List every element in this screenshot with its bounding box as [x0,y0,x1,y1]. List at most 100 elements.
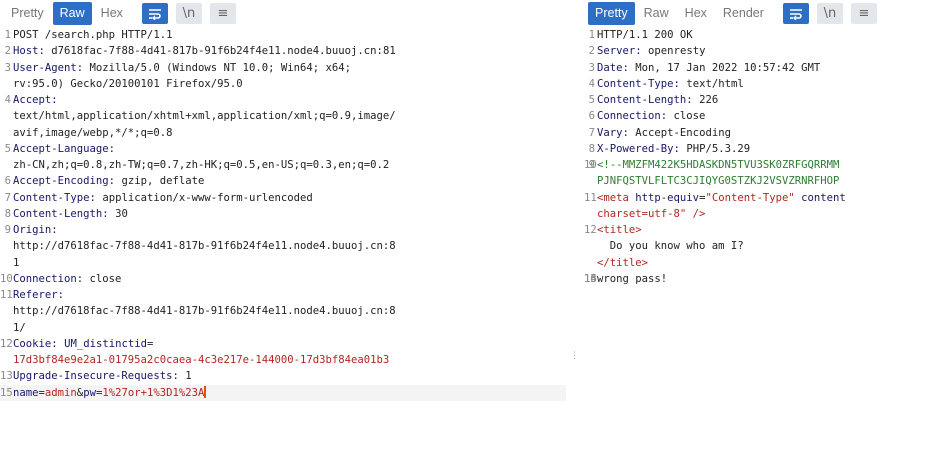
header-value: close [83,272,122,285]
code-line: 4 Content-Type: text/html [584,76,937,92]
response-editor[interactable]: 1 HTTP/1.1 200 OK 2 Server: openresty 3 Date:… [584,27,937,451]
header-value: Mozilla/5.0 (Windows NT 10.0; Win64; x64… [83,61,352,74]
code-line: 6 Accept-Encoding: gzip, deflate [0,173,566,189]
header-colon: : [108,142,116,155]
code-line: 7 Content-Type: application/x-www-form-ur… [0,190,566,206]
menu-icon[interactable]: ≡ [850,3,877,24]
line-number: 1 [4,29,11,41]
drag-handle-icon[interactable]: ⋮ [570,351,579,372]
line-text: http://d7618fac-7f88-4d41-817b-91f6b24f4… [13,240,396,253]
header-value: PHP/5.3.29 [679,142,751,155]
header-name: X-Powered-By [597,142,674,155]
code-line: 3 Date: Mon, 17 Jan 2022 10:57:42 GMT [584,60,937,76]
code-line: 9 Origin: [0,222,566,238]
html-token: </title> [597,256,649,269]
tab-render[interactable]: Render [716,2,771,25]
code-line: http://d7618fac-7f88-4d41-817b-91f6b24f4… [0,303,566,319]
header-colon: : [51,224,58,236]
line-number: 4 [588,77,595,90]
line-number: 12 [584,224,597,236]
tab-pretty[interactable]: Pretty [588,2,635,25]
line-text: avif,image/webp,*/*;q=0.8 [13,126,173,139]
line-number: 10 [584,159,597,171]
line-number: 16 [584,272,597,285]
line-text: wrong pass! [597,272,668,285]
code-line: 11 Referer: [0,287,566,303]
line-text: 1 [13,256,20,269]
request-editor[interactable]: 1 POST /search.php HTTP/1.1 2 Host: d7618fa… [0,27,566,451]
code-line: 5 Accept-Language: [0,141,566,157]
header-value: d7618fac-7f88-4d41-817b-91f6b24f4e11.nod… [44,45,396,58]
tab-hex[interactable]: Hex [94,2,130,25]
line-number: 7 [588,126,595,139]
tab-raw[interactable]: Raw [52,2,92,25]
code-line: 12 Cookie: UM_distinctid= [0,336,566,352]
line-number: 15 [0,386,13,399]
line-number: 11 [584,191,597,204]
body-token: pw [83,386,96,399]
header-value: Accept-Encoding [628,126,731,139]
line-number: 8 [4,207,11,220]
code-line: 1/ [0,320,566,336]
code-line: zh-CN,zh;q=0.8,zh-TW;q=0.7,zh-HK;q=0.5,e… [0,157,566,173]
code-line: PJNFQSTVLFLTC3CJIQYG0STZKJ2VSVZRNRFHOP [584,173,937,189]
code-line: 11 <meta http-equiv="Content-Type" conten… [584,190,937,206]
line-number: 5 [4,142,11,155]
html-token: /> [686,207,706,220]
html-token: <meta [597,191,636,204]
header-name: Content-Type [13,191,90,204]
body-token: name [13,386,39,399]
html-token: <title> [597,224,642,236]
line-number: 4 [4,94,11,106]
line-number: 12 [0,337,13,350]
line-number: 3 [588,61,595,74]
line-number: 6 [588,110,595,123]
header-name: Accept [13,94,52,106]
header-name: Content-Length [13,207,103,220]
response-toolbar: Pretty Raw Hex Render \n ≡ [584,0,937,27]
line-number: 10 [0,272,13,285]
code-line: 13 Upgrade-Insecure-Requests: 1 [0,368,566,384]
code-line: 7 Vary: Accept-Encoding [584,125,937,141]
request-toolbar: Pretty Raw Hex \n ≡ [0,0,566,27]
line-number: 8 [588,142,595,155]
line-text: HTTP/1.1 200 OK [597,29,693,41]
tab-hex[interactable]: Hex [678,2,714,25]
html-token: "Content-Type" [705,191,795,204]
header-value: gzip, deflate [115,175,205,188]
code-line: 16 wrong pass! [584,271,937,287]
tab-pretty[interactable]: Pretty [4,2,51,25]
header-value: application/x-www-form-urlencoded [95,191,313,204]
show-newlines-icon[interactable]: \n [175,3,202,24]
line-number: 3 [4,61,11,74]
code-line: charset=utf-8" /> [584,206,937,222]
show-newlines-icon[interactable]: \n [816,3,843,24]
wrap-lines-icon[interactable] [782,3,809,24]
body-token: 1%27or+1%3D1%23A [102,386,205,399]
line-text: Do you know who am I? [597,240,744,253]
header-name: Accept-Encoding [13,175,109,188]
header-name: Content-Type [597,77,674,90]
code-line: </title> [584,255,937,271]
line-number: 9 [4,224,11,236]
header-value: openresty [641,45,706,58]
code-line: 3 User-Agent: Mozilla/5.0 (Windows NT 10.… [0,60,566,76]
code-line: 10 <!--MMZFM422K5HDASKDN5TVU3SK0ZRFGQRRMM [584,157,937,173]
html-token: content [801,191,846,204]
html-token: charset=utf-8" [597,207,687,220]
header-value: 1 [178,370,192,383]
line-text: text/html,application/xhtml+xml,applicat… [13,110,396,123]
code-line: 17d3bf84e9e2a1-01795a2c0caea-4c3e217e-14… [0,352,566,368]
header-value: 226 [692,94,719,106]
code-line: rv:95.0) Gecko/20100101 Firefox/95.0 [0,76,566,92]
pane-divider[interactable] [566,0,584,451]
wrap-lines-icon[interactable] [141,3,168,24]
tab-raw[interactable]: Raw [637,2,676,25]
header-name: Connection [13,272,77,285]
code-line: 8 X-Powered-By: PHP/5.3.29 [584,141,937,157]
header-value: = [146,337,154,350]
menu-icon[interactable]: ≡ [209,3,236,24]
code-line: avif,image/webp,*/*;q=0.8 [0,125,566,141]
header-value: Mon, 17 Jan 2022 10:57:42 GMT [628,61,821,74]
header-name: Accept-Language [13,142,109,155]
